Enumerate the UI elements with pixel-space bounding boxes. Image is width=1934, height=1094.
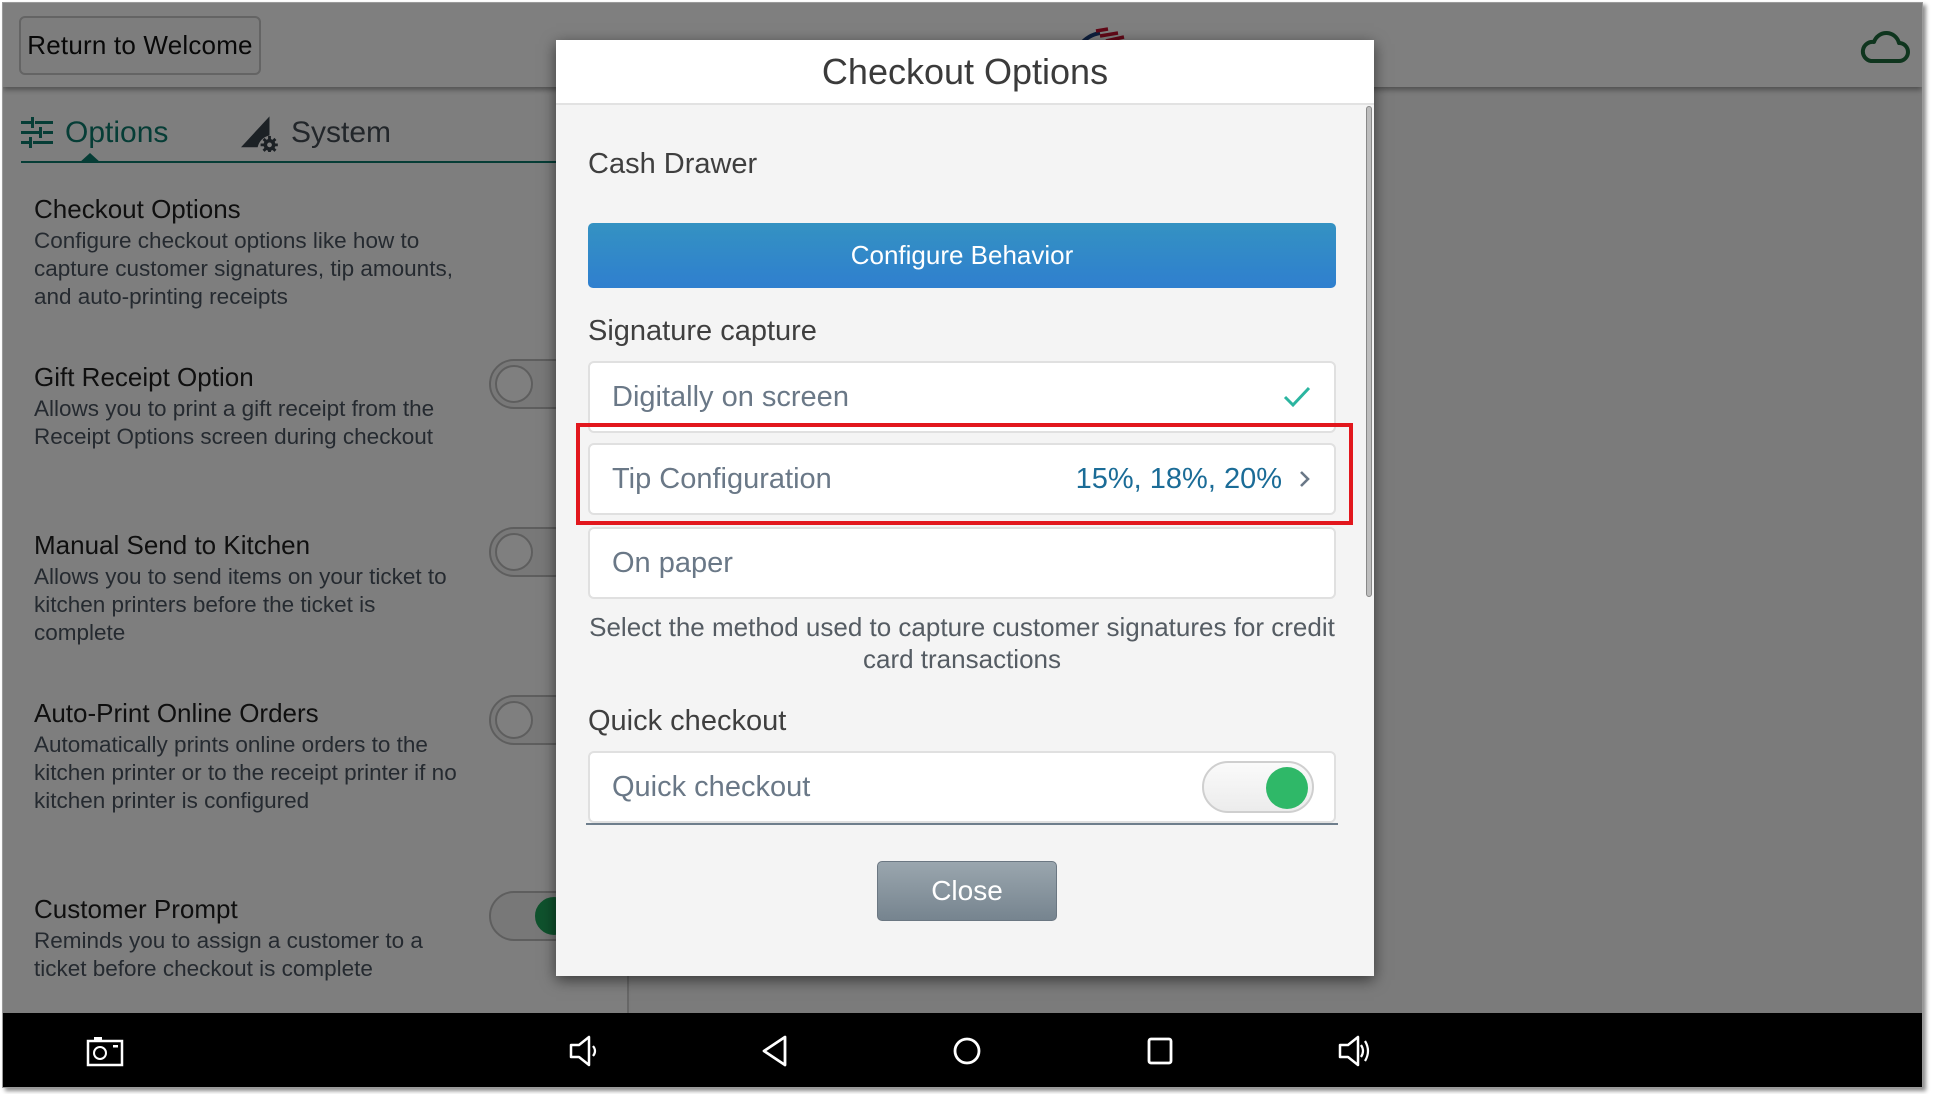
tablet-screen: Return to Welcome Options (2, 2, 1923, 1088)
cash-drawer-label: Cash Drawer (588, 148, 758, 180)
dialog-title: Checkout Options (556, 40, 1374, 105)
row-label: Tip Configuration (612, 462, 832, 495)
system-navigation-bar (3, 1013, 1922, 1087)
dialog-scrollbar[interactable] (1366, 106, 1372, 597)
back-icon[interactable] (756, 1033, 796, 1069)
screenshot-icon[interactable] (85, 1033, 125, 1069)
configure-behavior-button[interactable]: Configure Behavior (588, 223, 1336, 288)
signature-option-digital[interactable]: Digitally on screen (588, 361, 1336, 433)
checkmark-icon (1283, 386, 1311, 408)
signature-help-text: Select the method used to capture custom… (589, 612, 1335, 674)
tip-values: 15%, 18%, 20% (1075, 462, 1282, 495)
row-label: Digitally on screen (612, 380, 849, 413)
recents-icon[interactable] (1140, 1033, 1180, 1069)
quick-checkout-toggle[interactable] (1202, 761, 1314, 813)
dialog-scroll-area[interactable]: Cash Drawer Configure Behavior Signature… (556, 107, 1374, 823)
scroll-area-bottom-divider (586, 823, 1338, 825)
tip-configuration-row[interactable]: Tip Configuration 15%, 18%, 20% (588, 443, 1336, 515)
close-button[interactable]: Close (877, 861, 1057, 921)
row-label: On paper (612, 546, 733, 579)
toggle-knob (1266, 767, 1308, 809)
chevron-right-icon (1300, 471, 1310, 487)
quick-checkout-row: Quick checkout (588, 751, 1336, 823)
signature-capture-label: Signature capture (588, 315, 817, 347)
signature-option-paper[interactable]: On paper (588, 527, 1336, 599)
volume-down-icon[interactable] (565, 1033, 605, 1069)
quick-checkout-label: Quick checkout (588, 705, 787, 737)
dialog-body: Cash Drawer Configure Behavior Signature… (556, 106, 1374, 897)
checkout-options-dialog: Checkout Options Cash Drawer Configure B… (556, 40, 1374, 976)
home-icon[interactable] (947, 1033, 987, 1069)
volume-up-icon[interactable] (1334, 1033, 1374, 1069)
